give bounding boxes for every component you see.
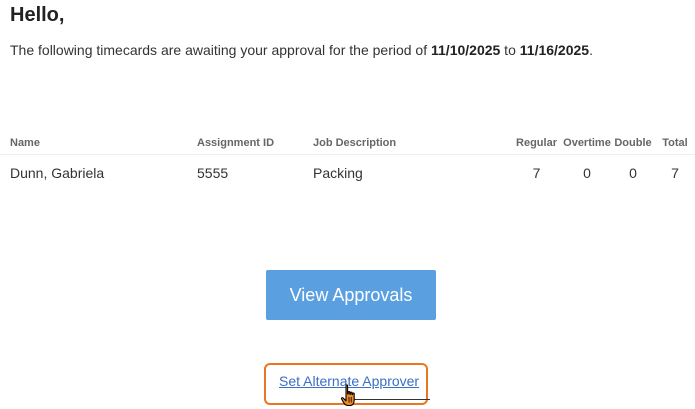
table-row: Dunn, Gabriela 5555 Packing 7 0 0 7: [0, 155, 695, 192]
header-overtime: Overtime: [563, 132, 611, 155]
timecards-table: Name Assignment ID Job Description Regul…: [0, 132, 695, 191]
intro-suffix: .: [589, 42, 593, 58]
cell-overtime: 0: [583, 165, 591, 181]
header-double: Double: [611, 132, 655, 155]
cell-assignment-id: 5555: [197, 165, 229, 181]
cell-double: 0: [629, 165, 637, 181]
cell-name: Dunn, Gabriela: [10, 165, 105, 181]
table-header-row: Name Assignment ID Job Description Regul…: [0, 132, 695, 155]
hand-pointer-icon: [340, 384, 355, 407]
header-regular: Regular: [510, 132, 563, 155]
intro-connector: to: [500, 42, 520, 58]
greeting: Hello,: [10, 4, 65, 26]
header-job-description: Job Description: [313, 132, 510, 155]
header-name: Name: [0, 132, 197, 155]
intro-prefix: The following timecards are awaiting you…: [10, 42, 431, 58]
cell-total: 7: [671, 165, 679, 181]
period-start-date: 11/10/2025: [431, 42, 501, 58]
cell-regular: 7: [532, 165, 541, 181]
cell-job-description: Packing: [313, 165, 363, 181]
divider: [352, 399, 430, 400]
view-approvals-button[interactable]: View Approvals: [266, 270, 436, 320]
header-assignment-id: Assignment ID: [197, 132, 313, 155]
intro-text: The following timecards are awaiting you…: [10, 42, 593, 58]
period-end-date: 11/16/2025: [519, 42, 590, 58]
header-total: Total: [655, 132, 695, 155]
